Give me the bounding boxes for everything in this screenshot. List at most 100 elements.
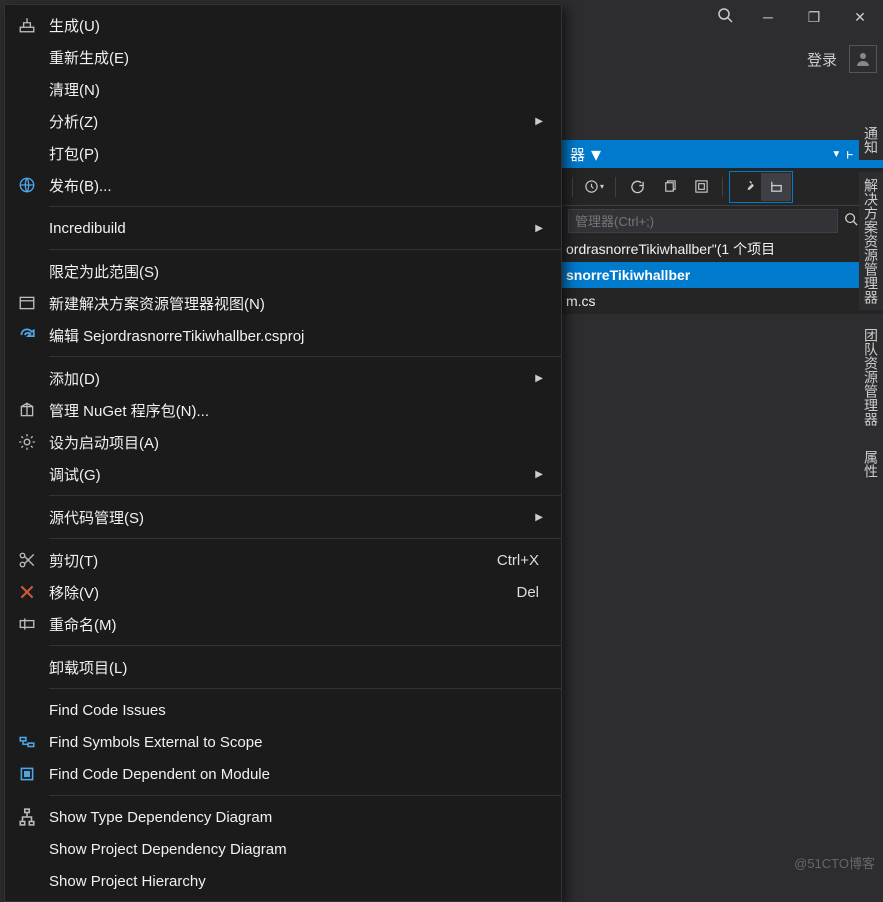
copy-icon[interactable] <box>654 173 684 201</box>
history-icon[interactable]: ▾ <box>579 173 609 201</box>
new-view-icon <box>5 294 49 312</box>
title-search-icon[interactable] <box>705 7 745 28</box>
menu-label: 编辑 SejordrasnorreTikiwhallber.csproj <box>49 325 551 346</box>
solution-text: ordrasnorreTikiwhallber"(1 个项目 <box>566 239 775 259</box>
menu-label: 重新生成(E) <box>49 47 551 68</box>
menu-rename[interactable]: 重命名(M) <box>5 608 561 640</box>
menu-label: 源代码管理(S) <box>49 507 535 528</box>
scissors-icon <box>5 551 49 569</box>
menu-edit-csproj[interactable]: 编辑 SejordrasnorreTikiwhallber.csproj <box>5 319 561 351</box>
separator <box>49 538 561 539</box>
chevron-right-icon: ▶ <box>535 223 551 234</box>
separator <box>49 356 561 357</box>
show-all-icon[interactable] <box>761 173 791 201</box>
signin-link[interactable]: 登录 <box>807 49 837 70</box>
user-avatar-icon[interactable] <box>849 45 877 73</box>
menu-label: Show Project Hierarchy <box>49 873 551 890</box>
menu-scope[interactable]: 限定为此范围(S) <box>5 255 561 287</box>
separator <box>49 206 561 207</box>
menu-rebuild[interactable]: 重新生成(E) <box>5 41 561 73</box>
pin-icon[interactable]: ⫠ <box>843 149 860 158</box>
panel-dropdown-icon[interactable]: ▾ <box>591 142 601 167</box>
menu-debug[interactable]: 调试(G) ▶ <box>5 458 561 490</box>
menu-build[interactable]: 生成(U) <box>5 9 561 41</box>
menu-remove[interactable]: 移除(V) Del <box>5 576 561 608</box>
menu-show-project-diagram[interactable]: Show Project Dependency Diagram <box>5 833 561 865</box>
separator <box>49 645 561 646</box>
tab-team-explorer[interactable]: 团队资源管理器 <box>859 322 883 432</box>
symbols-icon <box>5 733 49 751</box>
menu-show-type-diagram[interactable]: Show Type Dependency Diagram <box>5 801 561 833</box>
delete-icon <box>5 583 49 601</box>
chevron-right-icon: ▶ <box>535 512 551 523</box>
menu-source-control[interactable]: 源代码管理(S) ▶ <box>5 501 561 533</box>
collapse-icon[interactable] <box>686 173 716 201</box>
tab-notifications[interactable]: 通知 <box>859 120 883 160</box>
menu-label: 重命名(M) <box>49 614 551 635</box>
menu-nuget[interactable]: 管理 NuGet 程序包(N)... <box>5 394 561 426</box>
separator <box>722 177 723 197</box>
menu-label: 发布(B)... <box>49 175 551 196</box>
menu-label: 新建解决方案资源管理器视图(N) <box>49 293 551 314</box>
menu-find-dependent[interactable]: Find Code Dependent on Module <box>5 758 561 790</box>
separator <box>572 177 573 197</box>
solution-explorer-toolbar: ▾ <box>562 168 883 206</box>
menu-clean[interactable]: 清理(N) <box>5 73 561 105</box>
menu-label: Find Symbols External to Scope <box>49 734 551 751</box>
solution-tree: ordrasnorreTikiwhallber"(1 个项目 snorreTik… <box>562 236 883 314</box>
file-node[interactable]: m.cs <box>562 288 883 314</box>
solution-search-input[interactable] <box>568 209 838 233</box>
solution-explorer-titlebar: 器 ▾ ▼ ⫠ ✕ <box>562 140 883 168</box>
separator <box>49 249 561 250</box>
panel-title-text: 器 <box>570 144 585 165</box>
panel-dropdown-arrow-icon[interactable]: ▼ <box>831 149 841 160</box>
project-text: snorreTikiwhallber <box>566 267 690 283</box>
menu-label: Find Code Issues <box>49 702 551 719</box>
menu-set-startup[interactable]: 设为启动项目(A) <box>5 426 561 458</box>
file-text: m.cs <box>566 293 596 309</box>
refresh-icon[interactable] <box>622 173 652 201</box>
watermark: @51CTO博客 <box>794 853 875 872</box>
menu-find-symbols[interactable]: Find Symbols External to Scope <box>5 726 561 758</box>
solution-explorer-search-row: ▾ <box>562 206 883 236</box>
close-button[interactable]: ✕ <box>837 0 883 34</box>
globe-icon <box>5 176 49 194</box>
menu-label: 生成(U) <box>49 15 551 36</box>
hierarchy-icon <box>5 808 49 826</box>
menu-label: 清理(N) <box>49 79 551 100</box>
properties-icon[interactable] <box>731 173 761 201</box>
menu-analyze[interactable]: 分析(Z) ▶ <box>5 105 561 137</box>
menu-incredibuild[interactable]: Incredibuild ▶ <box>5 212 561 244</box>
project-node[interactable]: snorreTikiwhallber <box>562 262 883 288</box>
menu-cut[interactable]: 剪切(T) Ctrl+X <box>5 544 561 576</box>
rename-icon <box>5 615 49 633</box>
chevron-right-icon: ▶ <box>535 469 551 480</box>
package-icon <box>5 401 49 419</box>
menu-label: Incredibuild <box>49 220 535 237</box>
separator <box>49 688 561 689</box>
tab-solution-explorer[interactable]: 解决方案资源管理器 <box>859 172 883 310</box>
right-side-tabs: 通知 解决方案资源管理器 团队资源管理器 属性 <box>859 120 883 484</box>
module-icon <box>5 765 49 783</box>
signin-area: 登录 <box>807 42 877 76</box>
menu-label: Find Code Dependent on Module <box>49 766 551 783</box>
menu-label: Show Type Dependency Diagram <box>49 809 551 826</box>
menu-add[interactable]: 添加(D) ▶ <box>5 362 561 394</box>
toolbar-toggle-group <box>729 171 793 203</box>
menu-publish[interactable]: 发布(B)... <box>5 169 561 201</box>
minimize-button[interactable]: ─ <box>745 0 791 34</box>
menu-find-issues[interactable]: Find Code Issues <box>5 694 561 726</box>
build-icon <box>5 16 49 34</box>
menu-label: Show Project Dependency Diagram <box>49 841 551 858</box>
menu-label: 打包(P) <box>49 143 551 164</box>
tab-properties[interactable]: 属性 <box>859 444 883 484</box>
menu-pack[interactable]: 打包(P) <box>5 137 561 169</box>
menu-new-view[interactable]: 新建解决方案资源管理器视图(N) <box>5 287 561 319</box>
window-controls: ─ ❐ ✕ <box>745 0 883 34</box>
solution-node[interactable]: ordrasnorreTikiwhallber"(1 个项目 <box>562 236 883 262</box>
menu-unload[interactable]: 卸载项目(L) <box>5 651 561 683</box>
separator <box>49 495 561 496</box>
menu-label: 调试(G) <box>49 464 535 485</box>
menu-show-hierarchy[interactable]: Show Project Hierarchy <box>5 865 561 897</box>
restore-button[interactable]: ❐ <box>791 0 837 34</box>
